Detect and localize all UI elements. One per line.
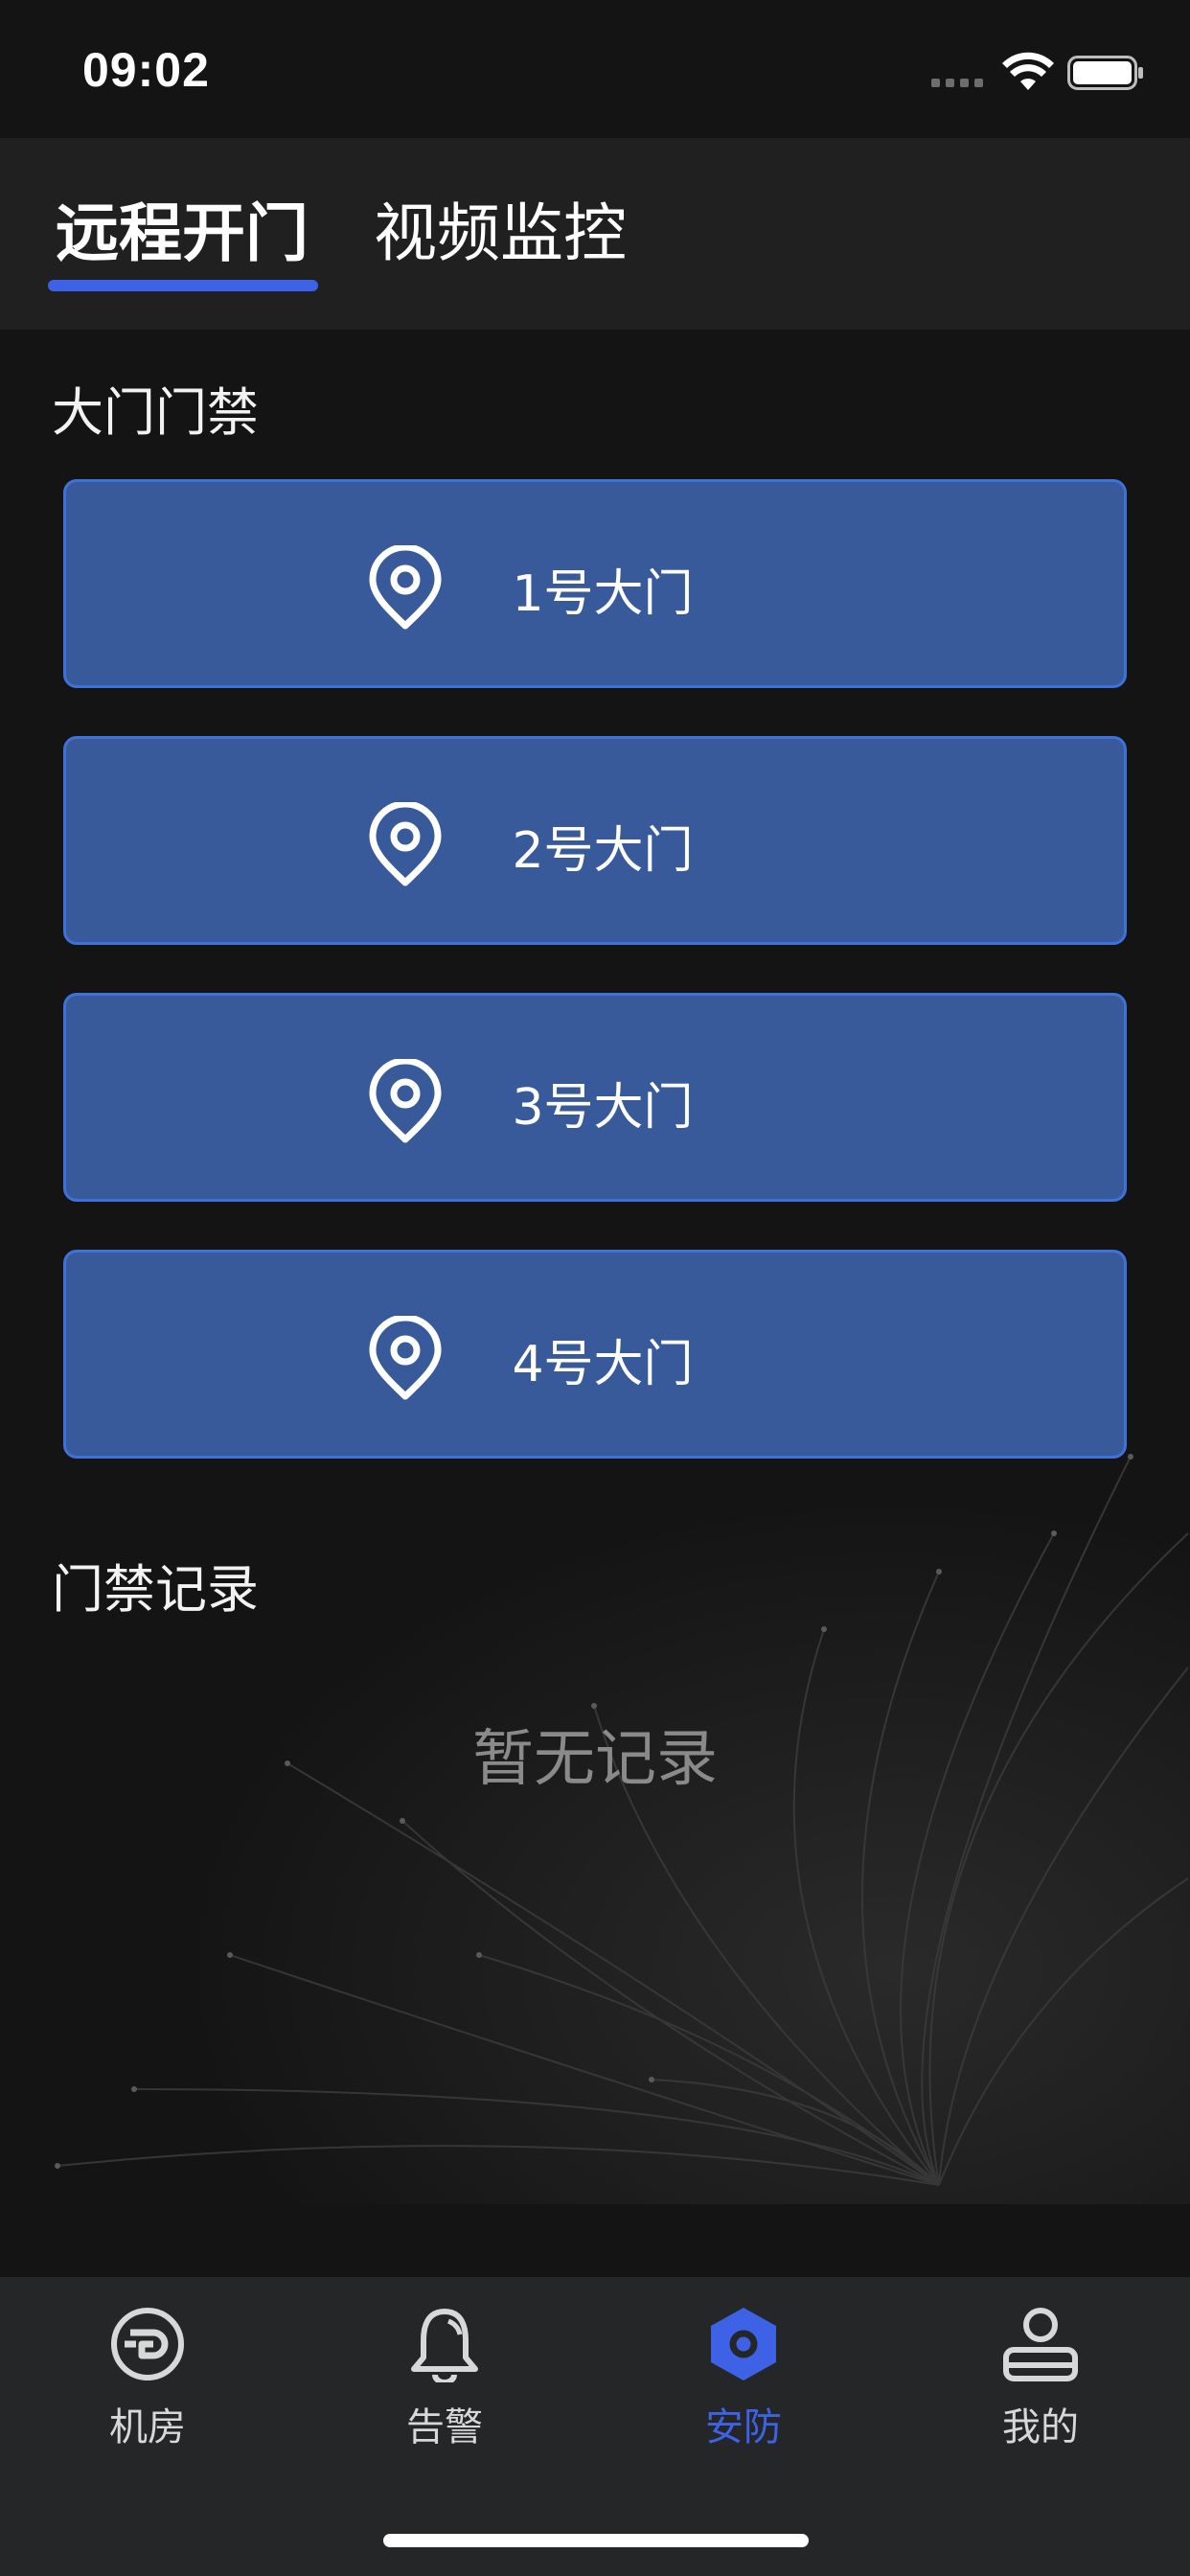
record-section-title: 门禁记录 xyxy=(52,1559,259,1620)
location-pin-icon xyxy=(369,1316,442,1400)
battery-icon xyxy=(1067,56,1143,90)
fiber-background-image xyxy=(0,1418,1190,2204)
bottom-nav: 机房 告警 安防 我的 xyxy=(0,2277,1190,2576)
gate-1-button[interactable]: 1号大门 xyxy=(63,479,1127,688)
nav-item-alarm[interactable]: 告警 xyxy=(349,2306,540,2459)
tab-video-monitor[interactable]: 视频监控 xyxy=(374,182,627,274)
status-bar: 09:02 xyxy=(0,0,1190,138)
server-room-icon xyxy=(111,2308,184,2380)
nav-item-server-room[interactable]: 机房 xyxy=(52,2306,243,2459)
location-pin-icon xyxy=(369,802,442,886)
status-time: 09:02 xyxy=(82,43,210,97)
location-pin-icon xyxy=(369,545,442,630)
empty-records-text: 暂无记录 xyxy=(472,1724,718,1795)
gate-4-button[interactable]: 4号大门 xyxy=(63,1250,1127,1459)
nav-item-mine[interactable]: 我的 xyxy=(945,2306,1136,2459)
gate-2-button[interactable]: 2号大门 xyxy=(63,736,1127,945)
home-indicator[interactable] xyxy=(383,2534,809,2547)
nav-label-server-room: 机房 xyxy=(109,2405,186,2450)
cellular-signal-icon xyxy=(931,79,989,88)
location-pin-icon xyxy=(369,1059,442,1143)
wifi-icon xyxy=(1002,52,1054,90)
gate-4-label: 4号大门 xyxy=(512,1336,694,1393)
bell-icon xyxy=(411,2309,478,2382)
gate-3-label: 3号大门 xyxy=(512,1079,694,1137)
nav-label-security: 安防 xyxy=(705,2405,782,2450)
gate-2-label: 2号大门 xyxy=(512,822,694,880)
active-tab-indicator xyxy=(48,280,318,291)
user-icon xyxy=(1003,2308,1078,2381)
tab-remote-open[interactable]: 远程开门 xyxy=(56,182,309,274)
gate-section-title: 大门门禁 xyxy=(52,382,259,443)
hexagon-security-icon xyxy=(711,2308,776,2380)
security-screen: 09:02 远程开门 视频监控 大门门禁 1号大门 2号大门 3号大门 4号大门… xyxy=(0,0,1190,2576)
nav-item-security[interactable]: 安防 xyxy=(648,2306,839,2459)
gate-3-button[interactable]: 3号大门 xyxy=(63,993,1127,1202)
nav-label-mine: 我的 xyxy=(1002,2405,1079,2450)
nav-label-alarm: 告警 xyxy=(406,2405,483,2450)
gate-1-label: 1号大门 xyxy=(512,565,694,623)
top-tab-bar: 远程开门 视频监控 xyxy=(0,138,1190,330)
